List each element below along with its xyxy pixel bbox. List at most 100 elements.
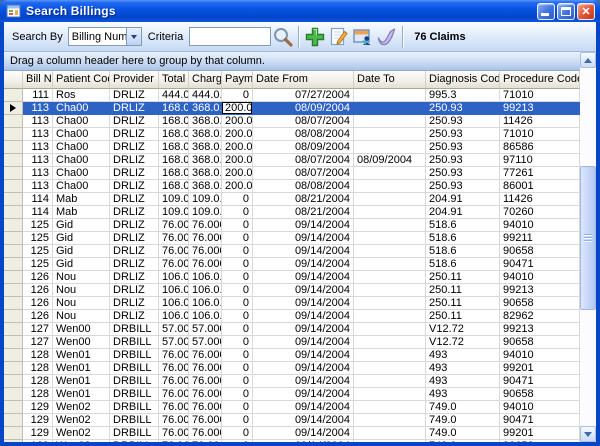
grid-cell[interactable]: 71010 <box>500 89 580 102</box>
grid-cell[interactable]: 106.0... <box>189 284 222 297</box>
grid-cell[interactable]: 109.0... <box>189 193 222 206</box>
table-row[interactable]: 126NouDRLIZ106.0...106.0...009/14/200425… <box>4 310 580 323</box>
grid-cell[interactable]: DRLIZ <box>110 206 159 219</box>
grid-cell[interactable]: 127 <box>23 336 53 349</box>
grid-cell[interactable]: Gid <box>53 232 110 245</box>
grid-cell[interactable]: Wen02 <box>53 440 110 442</box>
table-row[interactable]: 129Wen02DRBILL76.00...76.0000009/14/2004… <box>4 440 580 442</box>
table-row[interactable]: 127Wen00DRBILL57.00...57.0000009/14/2004… <box>4 336 580 349</box>
table-row[interactable]: 126NouDRLIZ106.0...106.0...009/14/200425… <box>4 284 580 297</box>
grid-cell[interactable]: Cha00 <box>53 141 110 154</box>
row-indicator[interactable] <box>4 115 23 128</box>
grid-cell[interactable]: 09/14/2004 <box>253 323 354 336</box>
row-indicator[interactable] <box>4 440 23 442</box>
grid-cell[interactable]: 111 <box>23 89 53 102</box>
grid-cell[interactable]: 94010 <box>500 349 580 362</box>
grid-cell[interactable]: 0 <box>222 206 253 219</box>
grid-cell[interactable]: 106.0... <box>159 271 189 284</box>
grid-cell[interactable]: 09/14/2004 <box>253 310 354 323</box>
grid-cell[interactable]: 76.0000 <box>189 414 222 427</box>
grid-cell[interactable]: 76.00... <box>159 440 189 442</box>
column-header-provider[interactable]: Provider ID <box>110 71 159 89</box>
grid-cell[interactable]: 113 <box>23 115 53 128</box>
grid-cell[interactable]: 70260 <box>500 206 580 219</box>
grid-cell[interactable]: 76.00... <box>159 375 189 388</box>
grid-cell[interactable]: 125 <box>23 232 53 245</box>
table-row[interactable]: 125GidDRLIZ76.00...76.0000009/14/2004518… <box>4 258 580 271</box>
row-indicator[interactable] <box>4 206 23 219</box>
grid-cell[interactable]: 749.0 <box>426 440 500 442</box>
grid-cell[interactable]: 0 <box>222 323 253 336</box>
grid-cell[interactable]: 518.6 <box>426 245 500 258</box>
grid-cell[interactable]: Nou <box>53 310 110 323</box>
grid-cell[interactable]: 113 <box>23 128 53 141</box>
column-header-procedure[interactable]: Procedure Code <box>500 71 580 89</box>
grid-cell[interactable]: 250.11 <box>426 310 500 323</box>
grid-cell[interactable]: 129 <box>23 414 53 427</box>
add-claim-button[interactable] <box>303 24 327 50</box>
grid-cell[interactable]: 168.0... <box>159 102 189 115</box>
table-row[interactable]: 128Wen01DRBILL76.00...76.0000009/14/2004… <box>4 388 580 401</box>
grid-cell[interactable]: 0 <box>222 414 253 427</box>
grid-cell[interactable]: Cha00 <box>53 102 110 115</box>
grid-cell[interactable]: 57.00... <box>159 323 189 336</box>
grid-cell[interactable]: 250.93 <box>426 128 500 141</box>
grid-cell[interactable]: 0 <box>222 401 253 414</box>
grid-cell[interactable]: 76.0000 <box>189 401 222 414</box>
grid-cell[interactable]: 106.0... <box>189 297 222 310</box>
grid-cell[interactable]: 08/08/2004 <box>253 180 354 193</box>
grid-cell[interactable]: DRLIZ <box>110 102 159 115</box>
grid-cell[interactable]: Gid <box>53 219 110 232</box>
maximize-button[interactable] <box>557 3 575 20</box>
table-row[interactable]: 113Cha00DRLIZ168.0...368.0...200.0...08/… <box>4 180 580 193</box>
grid-cell[interactable]: Nou <box>53 271 110 284</box>
grid-cell[interactable]: 129 <box>23 427 53 440</box>
grid-cell[interactable]: 109.0... <box>159 206 189 219</box>
grid-cell[interactable]: 76.00... <box>159 362 189 375</box>
grid-cell[interactable]: 368.0... <box>189 180 222 193</box>
grid-cell[interactable]: 76.0000 <box>189 232 222 245</box>
grid-cell[interactable]: Cha00 <box>53 128 110 141</box>
grid-cell[interactable]: 444.0... <box>189 89 222 102</box>
grid-cell[interactable]: Ros <box>53 89 110 102</box>
grid-cell[interactable]: 0 <box>222 310 253 323</box>
row-indicator[interactable] <box>4 154 23 167</box>
grid-cell[interactable]: DRLIZ <box>110 258 159 271</box>
grid-cell[interactable]: 109.0... <box>159 193 189 206</box>
grid-cell[interactable]: 57.0000 <box>189 336 222 349</box>
grid-cell[interactable]: 09/14/2004 <box>253 245 354 258</box>
grid-cell[interactable]: 113 <box>23 180 53 193</box>
grid-cell[interactable]: 09/14/2004 <box>253 219 354 232</box>
grid-cell[interactable]: 106.0... <box>189 271 222 284</box>
grid-cell[interactable]: Wen00 <box>53 323 110 336</box>
group-by-bar[interactable]: Drag a column header here to group by th… <box>4 52 580 71</box>
grid-cell[interactable] <box>354 141 426 154</box>
grid-cell[interactable]: 09/14/2004 <box>253 362 354 375</box>
grid-cell[interactable]: 0 <box>222 362 253 375</box>
grid-cell[interactable]: 368.0... <box>189 128 222 141</box>
grid-cell[interactable]: 200.0... <box>222 141 253 154</box>
grid-cell[interactable]: 09/14/2004 <box>253 284 354 297</box>
grid-cell[interactable]: 168.0... <box>159 128 189 141</box>
grid-cell[interactable]: DRBILL <box>110 440 159 442</box>
row-indicator[interactable] <box>4 167 23 180</box>
grid-cell[interactable]: 125 <box>23 245 53 258</box>
grid-cell[interactable]: 200.0... <box>222 102 253 115</box>
table-row[interactable]: 125GidDRLIZ76.00...76.0000009/14/2004518… <box>4 245 580 258</box>
grid-cell[interactable]: Mab <box>53 193 110 206</box>
column-header-total[interactable]: Total <box>159 71 189 89</box>
grid-cell[interactable]: 0 <box>222 89 253 102</box>
grid-cell[interactable]: 126 <box>23 284 53 297</box>
grid-cell[interactable]: 76.00... <box>159 232 189 245</box>
grid-cell[interactable]: DRBILL <box>110 414 159 427</box>
dropdown-button[interactable] <box>126 28 141 45</box>
grid-cell[interactable]: 250.93 <box>426 154 500 167</box>
grid-cell[interactable]: 90658 <box>500 297 580 310</box>
grid-cell[interactable]: 08/21/2004 <box>253 206 354 219</box>
table-row[interactable]: 111RosDRLIZ444.0...444.0...007/27/200499… <box>4 89 580 102</box>
grid-cell[interactable]: 90658 <box>500 245 580 258</box>
grid-cell[interactable]: 250.93 <box>426 180 500 193</box>
grid-cell[interactable] <box>354 258 426 271</box>
grid-cell[interactable]: 99211 <box>500 232 580 245</box>
grid-cell[interactable]: 08/21/2004 <box>253 193 354 206</box>
